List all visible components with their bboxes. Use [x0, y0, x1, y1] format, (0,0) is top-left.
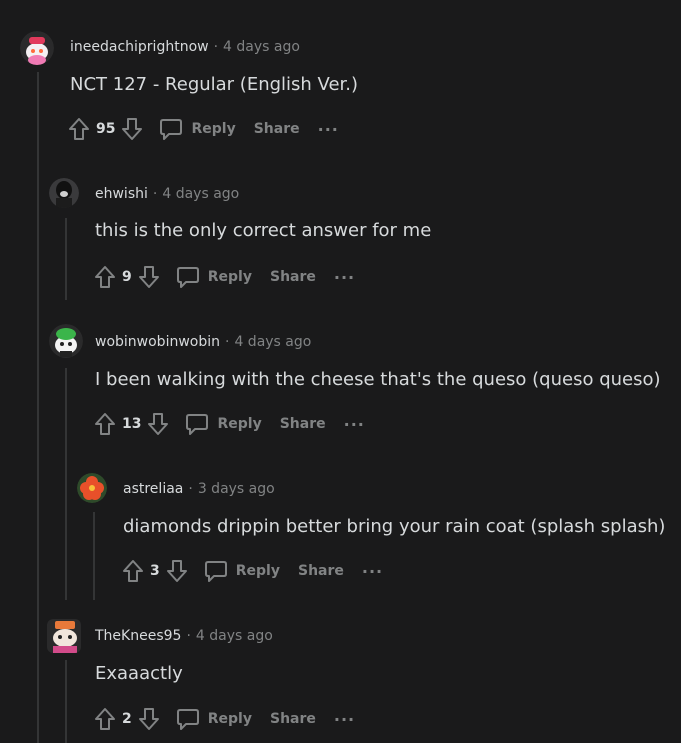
snoo-avatar-icon [49, 324, 83, 358]
comment-body: this is the only correct answer for me [95, 220, 432, 241]
comment-body: diamonds drippin better bring your rain … [123, 516, 666, 537]
downvote-icon[interactable] [121, 117, 143, 141]
separator-dot: · [225, 334, 230, 350]
username[interactable]: ineedachiprightnow [70, 39, 209, 55]
comment-bubble-icon [176, 267, 199, 288]
reply-label: Reply [191, 121, 236, 137]
more-options-button[interactable]: ··· [344, 415, 365, 434]
share-button[interactable]: Share [298, 563, 344, 579]
avatar[interactable] [49, 178, 79, 208]
username[interactable]: wobinwobinwobin [95, 334, 220, 350]
reply-button[interactable]: Reply [176, 707, 252, 731]
snoo-avatar-icon [47, 619, 81, 653]
comment-actions: 13 Reply Share ··· [94, 410, 365, 438]
comment-bubble-icon [160, 119, 183, 140]
vote-count: 9 [122, 269, 132, 285]
username[interactable]: astreliaa [123, 481, 183, 497]
avatar[interactable] [20, 31, 54, 65]
reply-label: Reply [207, 711, 252, 727]
upvote-icon[interactable] [94, 707, 116, 731]
thread-line-ehwishi[interactable] [65, 218, 67, 300]
vote-count: 95 [96, 121, 116, 137]
reply-button[interactable]: Reply [176, 265, 252, 289]
vote-count: 2 [122, 711, 132, 727]
more-options-button[interactable]: ··· [334, 710, 355, 729]
vote-count: 13 [122, 416, 142, 432]
flower-avatar-icon [77, 473, 107, 503]
comment-actions: 9 Reply Share ··· [94, 263, 355, 291]
thread-line-wobin[interactable] [65, 368, 67, 600]
comment-actions: 3 Reply Share ··· [122, 557, 383, 585]
more-options-button[interactable]: ··· [334, 268, 355, 287]
thread-line-theknees[interactable] [65, 660, 67, 743]
reply-label: Reply [207, 269, 252, 285]
more-options-button[interactable]: ··· [318, 120, 339, 139]
downvote-icon[interactable] [166, 559, 188, 583]
upvote-icon[interactable] [68, 117, 90, 141]
avatar[interactable] [49, 324, 83, 358]
reply-button[interactable]: Reply [159, 117, 236, 141]
timestamp[interactable]: 4 days ago [162, 186, 239, 202]
comment-body: I been walking with the cheese that's th… [95, 369, 661, 390]
downvote-icon[interactable] [138, 707, 160, 731]
comment-meta: ineedachiprightnow · 4 days ago [70, 39, 300, 55]
downvote-icon[interactable] [138, 265, 160, 289]
share-button[interactable]: Share [270, 711, 316, 727]
comment-bubble-icon [176, 709, 199, 730]
separator-dot: · [188, 481, 193, 497]
comment-meta: wobinwobinwobin · 4 days ago [95, 334, 311, 350]
username[interactable]: ehwishi [95, 186, 148, 202]
reply-button[interactable]: Reply [204, 559, 280, 583]
upvote-icon[interactable] [94, 265, 116, 289]
timestamp[interactable]: 3 days ago [198, 481, 275, 497]
reply-label: Reply [217, 416, 262, 432]
share-button[interactable]: Share [270, 269, 316, 285]
comment-body: NCT 127 - Regular (English Ver.) [70, 74, 359, 95]
comment-body: Exaaactly [95, 663, 183, 684]
more-options-button[interactable]: ··· [362, 562, 383, 581]
upvote-icon[interactable] [122, 559, 144, 583]
share-button[interactable]: Share [280, 416, 326, 432]
separator-dot: · [186, 628, 191, 644]
user-photo-icon [49, 178, 79, 208]
separator-dot: · [152, 186, 158, 202]
timestamp[interactable]: 4 days ago [223, 39, 300, 55]
comment-bubble-icon [186, 414, 209, 435]
upvote-icon[interactable] [94, 412, 116, 436]
comment-actions: 95 Reply Share ··· [68, 115, 339, 143]
username[interactable]: TheKnees95 [95, 628, 181, 644]
thread-line-astreliaa[interactable] [93, 512, 95, 600]
separator-dot: · [213, 39, 219, 55]
reply-button[interactable]: Reply [185, 412, 262, 436]
comment-meta: TheKnees95 · 4 days ago [95, 628, 273, 644]
timestamp[interactable]: 4 days ago [234, 334, 311, 350]
avatar[interactable] [77, 473, 107, 503]
comment-bubble-icon [204, 561, 227, 582]
vote-count: 3 [150, 563, 160, 579]
thread-line-main[interactable] [37, 72, 39, 743]
comment-meta: ehwishi · 4 days ago [95, 186, 239, 202]
snoo-avatar-icon [20, 31, 54, 65]
avatar[interactable] [47, 619, 81, 653]
reply-label: Reply [235, 563, 280, 579]
timestamp[interactable]: 4 days ago [196, 628, 273, 644]
comment-actions: 2 Reply Share ··· [94, 705, 355, 733]
share-button[interactable]: Share [254, 121, 300, 137]
comment-meta: astreliaa · 3 days ago [123, 481, 275, 497]
downvote-icon[interactable] [147, 412, 169, 436]
